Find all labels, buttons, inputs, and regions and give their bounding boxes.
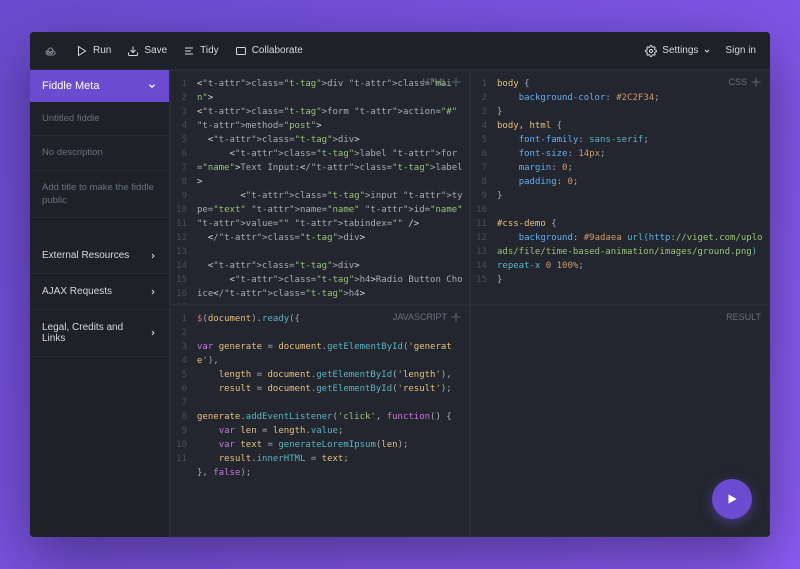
html-pane[interactable]: HTML 1 2 3 4 5 6 7 8 9 10 11 12 13 14 15… (170, 70, 470, 305)
css-pane[interactable]: CSS 1 2 3 4 5 6 7 8 9 10 11 12 13 14 15 … (470, 70, 770, 305)
html-editor[interactable]: <"t-attr">class="t-tag">div "t-attr">cla… (191, 71, 469, 304)
pane-label-html: HTML (423, 77, 462, 87)
tidy-label: Tidy (200, 45, 219, 56)
css-editor[interactable]: body { background-color: #2C2F34; } body… (491, 71, 769, 304)
html-gutter: 1 2 3 4 5 6 7 8 9 10 11 12 13 14 15 16 1… (171, 71, 191, 304)
gear-icon[interactable] (751, 77, 761, 87)
save-label: Save (144, 45, 167, 56)
gear-icon (645, 45, 657, 57)
chevron-right-icon (149, 288, 157, 296)
pane-label-css: CSS (728, 77, 761, 87)
js-pane[interactable]: JAVASCRIPT 1 2 3 4 5 6 7 8 9 10 11 $(doc… (170, 305, 470, 537)
signin-link[interactable]: Sign in (725, 45, 756, 56)
topbar: Run Save Tidy Collaborate Settings Sign (30, 32, 770, 70)
run-fab[interactable] (712, 479, 752, 519)
pane-label-result: RESULT (726, 312, 761, 322)
fiddle-hint: Add title to make the fiddle public (30, 171, 169, 219)
chevron-down-icon (703, 47, 711, 55)
chevron-right-icon (149, 329, 157, 337)
tidy-button[interactable]: Tidy (183, 45, 219, 57)
settings-button[interactable]: Settings (645, 45, 711, 57)
collaborate-button[interactable]: Collaborate (235, 45, 303, 57)
chevron-down-icon (147, 81, 157, 91)
tidy-icon (183, 45, 195, 57)
chevron-right-icon (149, 252, 157, 260)
collab-label: Collaborate (252, 45, 303, 56)
js-editor[interactable]: $(document).ready({ var generate = docum… (191, 306, 469, 536)
css-gutter: 1 2 3 4 5 6 7 8 9 10 11 12 13 14 15 (471, 71, 491, 304)
settings-label: Settings (662, 45, 698, 56)
save-button[interactable]: Save (127, 45, 167, 57)
pane-label-js: JAVASCRIPT (393, 312, 461, 322)
save-icon (127, 45, 139, 57)
sidebar-item-external[interactable]: External Resources (30, 238, 169, 274)
sidebar: Fiddle Meta Untitled fiddle No descripti… (30, 70, 170, 537)
gear-icon[interactable] (451, 312, 461, 322)
logo[interactable] (44, 45, 56, 57)
sidebar-item-label: AJAX Requests (42, 286, 112, 297)
sidebar-header[interactable]: Fiddle Meta (30, 70, 169, 102)
sidebar-item-ajax[interactable]: AJAX Requests (30, 274, 169, 310)
sidebar-item-label: Legal, Credits and Links (42, 322, 149, 344)
gear-icon[interactable] (451, 77, 461, 87)
play-icon (76, 45, 88, 57)
run-label: Run (93, 45, 111, 56)
run-button[interactable]: Run (76, 45, 111, 57)
js-gutter: 1 2 3 4 5 6 7 8 9 10 11 (171, 306, 191, 536)
sidebar-item-legal[interactable]: Legal, Credits and Links (30, 310, 169, 357)
fiddle-title[interactable]: Untitled fiddle (30, 102, 169, 136)
collaborate-icon (235, 45, 247, 57)
sidebar-item-label: External Resources (42, 250, 129, 261)
play-icon (725, 492, 739, 506)
toolbar: Run Save Tidy Collaborate (76, 45, 303, 57)
fiddle-description[interactable]: No description (30, 136, 169, 170)
sidebar-header-label: Fiddle Meta (42, 80, 99, 92)
